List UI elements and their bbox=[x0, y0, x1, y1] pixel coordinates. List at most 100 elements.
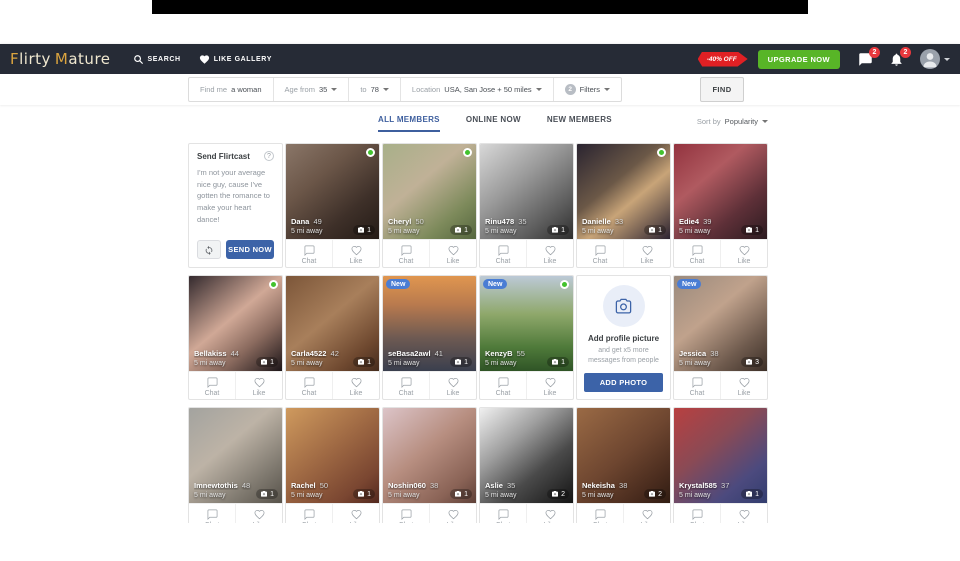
camera-icon bbox=[357, 490, 365, 498]
like-button[interactable]: Like bbox=[429, 240, 476, 268]
chat-button[interactable]: Chat bbox=[480, 372, 526, 400]
like-button[interactable]: Like bbox=[235, 372, 282, 400]
photo-count-value: 1 bbox=[464, 491, 468, 498]
member-card[interactable]: Cheryl 505 mi away1ChatLike bbox=[382, 143, 477, 268]
filters-select[interactable]: 2 Filters bbox=[553, 78, 621, 101]
brand-logo[interactable]: Flirty Mature bbox=[10, 50, 111, 68]
member-photo[interactable]: Danielle 335 mi away1 bbox=[577, 144, 670, 239]
member-card[interactable]: Imnewtothis 485 mi away1ChatLike bbox=[188, 407, 283, 532]
like-button[interactable]: Like bbox=[623, 240, 670, 268]
chat-button[interactable]: Chat bbox=[480, 240, 526, 268]
online-status-dot bbox=[366, 148, 375, 157]
refresh-flirtcast-button[interactable] bbox=[197, 240, 221, 259]
member-photo[interactable]: Imnewtothis 485 mi away1 bbox=[189, 408, 282, 503]
photo-count: 1 bbox=[450, 357, 472, 367]
member-photo[interactable]: Edie4 395 mi away1 bbox=[674, 144, 767, 239]
help-icon[interactable]: ? bbox=[264, 151, 274, 161]
member-card[interactable]: Bellakiss 445 mi away1ChatLike bbox=[188, 275, 283, 400]
member-card[interactable]: Nekeisha 385 mi away2ChatLike bbox=[576, 407, 671, 532]
photo-count-value: 2 bbox=[561, 491, 565, 498]
like-button[interactable]: Like bbox=[332, 240, 379, 268]
search-strip: Find me a woman Age from 35 to 78 Locati… bbox=[0, 74, 960, 105]
nav-search-label: SEARCH bbox=[148, 56, 181, 63]
age-to-select[interactable]: to 78 bbox=[348, 78, 400, 101]
heart-icon bbox=[739, 377, 750, 388]
find-me-select[interactable]: Find me a woman bbox=[189, 78, 273, 101]
sort-control[interactable]: Sort by Popularity bbox=[697, 117, 768, 126]
send-now-button[interactable]: SEND NOW bbox=[226, 240, 274, 259]
user-avatar-menu[interactable] bbox=[920, 49, 950, 69]
chat-button[interactable]: Chat bbox=[577, 240, 623, 268]
member-photo[interactable]: NewJessica 385 mi away3 bbox=[674, 276, 767, 371]
tab-all-members[interactable]: ALL MEMBERS bbox=[378, 115, 440, 132]
member-photo[interactable]: Rinu478 355 mi away1 bbox=[480, 144, 573, 239]
member-card[interactable]: Rachel 505 mi away1ChatLike bbox=[285, 407, 380, 532]
age-from-select[interactable]: Age from 35 bbox=[273, 78, 349, 101]
photo-count: 1 bbox=[547, 357, 569, 367]
heart-icon bbox=[545, 509, 556, 520]
member-overlay: Aslie 355 mi away bbox=[485, 481, 549, 499]
camera-icon bbox=[614, 297, 633, 316]
discount-badge[interactable]: -40% OFF bbox=[698, 52, 748, 67]
location-select[interactable]: Location USA, San Jose + 50 miles bbox=[400, 78, 553, 101]
member-age: 55 bbox=[517, 349, 525, 358]
chat-button[interactable]: Chat bbox=[383, 240, 429, 268]
member-age: 39 bbox=[703, 217, 711, 226]
member-card[interactable]: Dana 495 mi away1ChatLike bbox=[285, 143, 380, 268]
like-button[interactable]: Like bbox=[429, 372, 476, 400]
member-card[interactable]: Rinu478 355 mi away1ChatLike bbox=[479, 143, 574, 268]
chat-bubble-icon bbox=[401, 377, 412, 388]
chat-button[interactable]: Chat bbox=[674, 240, 720, 268]
member-card[interactable]: Carla4522 425 mi away1 Chat Like bbox=[285, 275, 380, 400]
tab-new-members[interactable]: NEW MEMBERS bbox=[547, 115, 612, 132]
discount-label: -40% OFF bbox=[707, 56, 737, 63]
member-name: Danielle bbox=[582, 217, 613, 226]
like-label: Like bbox=[544, 390, 557, 397]
member-name: Cheryl bbox=[388, 217, 413, 226]
chat-button[interactable]: Chat bbox=[189, 372, 235, 400]
member-card[interactable]: NewseBasa2awl 415 mi away1ChatLike bbox=[382, 275, 477, 400]
chat-button[interactable]: Chat bbox=[674, 372, 720, 400]
chat-button[interactable]: Chat bbox=[286, 240, 332, 268]
member-photo[interactable]: NewseBasa2awl 415 mi away1 bbox=[383, 276, 476, 371]
member-card[interactable]: Edie4 395 mi away1ChatLike bbox=[673, 143, 768, 268]
member-card[interactable]: Noshin060 385 mi away1ChatLike bbox=[382, 407, 477, 532]
like-button[interactable]: Like bbox=[526, 240, 573, 268]
like-button[interactable]: Like bbox=[720, 240, 767, 268]
member-photo[interactable]: Carla4522 425 mi away1 bbox=[286, 276, 379, 371]
member-photo[interactable]: Nekeisha 385 mi away2 bbox=[577, 408, 670, 503]
upgrade-now-button[interactable]: UPGRADE NOW bbox=[758, 50, 840, 69]
chat-button[interactable]: Chat bbox=[286, 372, 332, 400]
member-card[interactable]: Aslie 355 mi away2ChatLike bbox=[479, 407, 574, 532]
messages-button[interactable]: 2 bbox=[858, 52, 873, 67]
nav-like-gallery[interactable]: LIKE GALLERY bbox=[199, 54, 272, 65]
member-photo[interactable]: Aslie 355 mi away 2 bbox=[480, 408, 573, 503]
card-actions: ChatLike bbox=[383, 371, 476, 400]
member-photo[interactable]: NewKenzyB 555 mi away1 bbox=[480, 276, 573, 371]
heart-icon bbox=[642, 509, 653, 520]
chat-button[interactable]: Chat bbox=[383, 372, 429, 400]
find-button[interactable]: FIND bbox=[700, 77, 744, 102]
like-button[interactable]: Like bbox=[332, 372, 379, 400]
member-card[interactable]: Krystal585 375 mi away1ChatLike bbox=[673, 407, 768, 532]
member-photo[interactable]: Rachel 505 mi away1 bbox=[286, 408, 379, 503]
member-card[interactable]: Danielle 335 mi away1ChatLike bbox=[576, 143, 671, 268]
member-photo[interactable]: Krystal585 375 mi away1 bbox=[674, 408, 767, 503]
member-photo[interactable]: Cheryl 505 mi away1 bbox=[383, 144, 476, 239]
member-photo[interactable]: Dana 495 mi away1 bbox=[286, 144, 379, 239]
like-button[interactable]: Like bbox=[720, 372, 767, 400]
tab-online-now[interactable]: ONLINE NOW bbox=[466, 115, 521, 132]
member-card[interactable]: NewJessica 385 mi away3ChatLike bbox=[673, 275, 768, 400]
add-photo-button[interactable]: ADD PHOTO bbox=[584, 373, 663, 392]
member-age: 35 bbox=[507, 481, 515, 490]
member-photo[interactable]: Noshin060 385 mi away1 bbox=[383, 408, 476, 503]
member-overlay: seBasa2awl 415 mi away bbox=[388, 349, 452, 367]
member-photo[interactable]: Bellakiss 445 mi away1 bbox=[189, 276, 282, 371]
online-status-dot bbox=[560, 280, 569, 289]
nav-search[interactable]: SEARCH bbox=[133, 54, 181, 65]
member-card[interactable]: NewKenzyB 555 mi away1Chat Like bbox=[479, 275, 574, 400]
notifications-button[interactable]: 2 bbox=[889, 52, 904, 67]
chat-label: Chat bbox=[302, 390, 317, 397]
notifications-count-badge: 2 bbox=[900, 47, 911, 58]
like-button[interactable]: Like bbox=[526, 372, 573, 400]
